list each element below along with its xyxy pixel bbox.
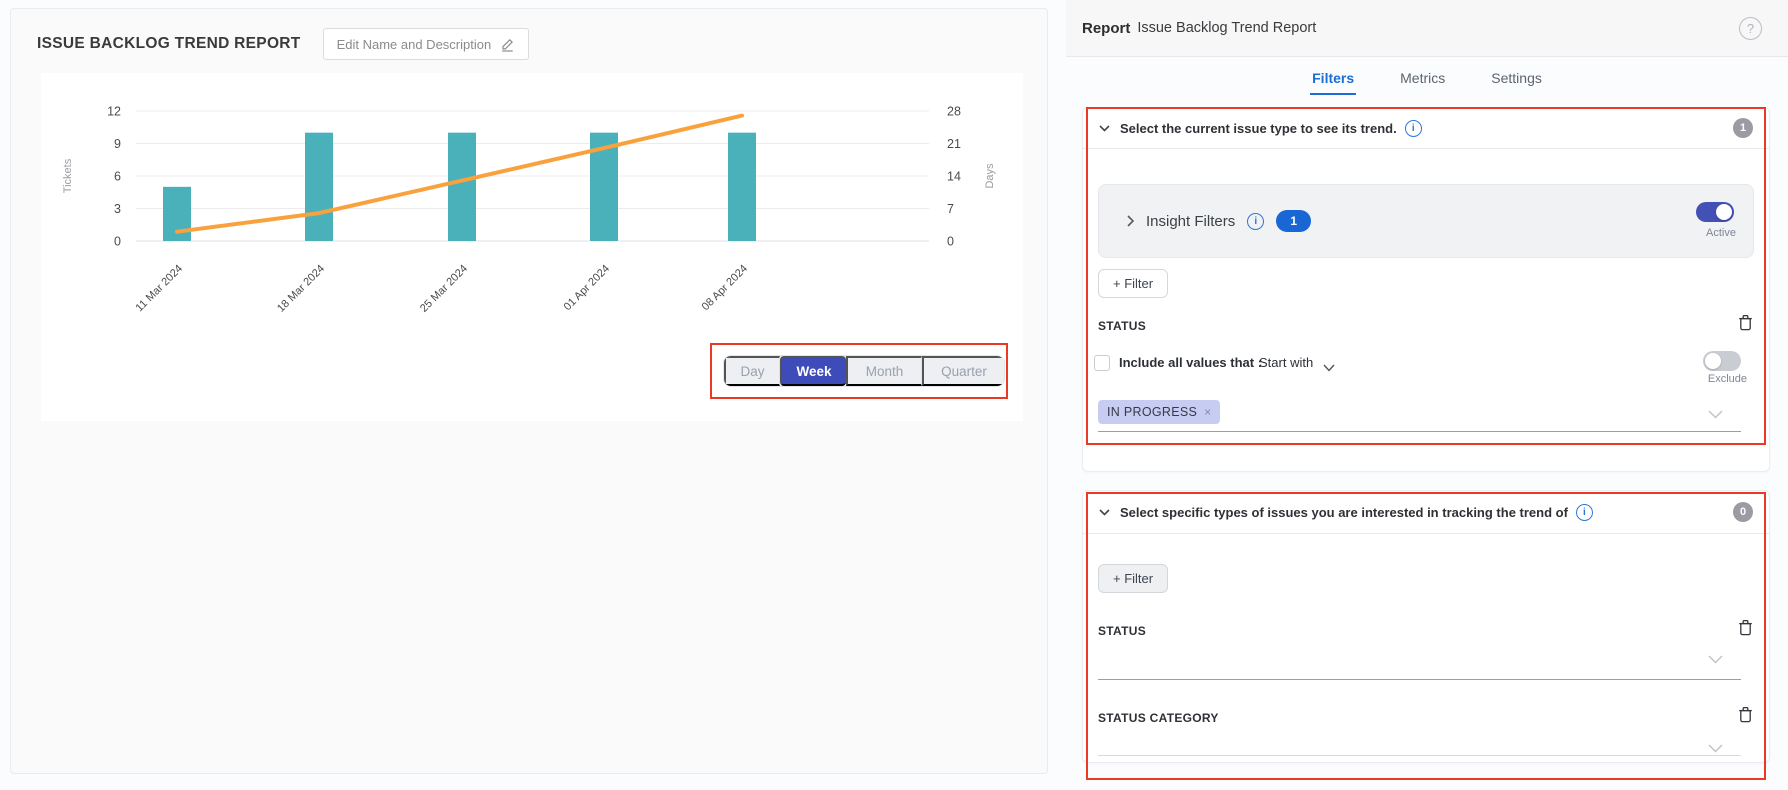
svg-text:25 Mar 2024: 25 Mar 2024 xyxy=(418,263,470,315)
active-toggle[interactable] xyxy=(1696,202,1734,222)
svg-text:08 Apr 2024: 08 Apr 2024 xyxy=(700,263,750,313)
svg-text:6: 6 xyxy=(114,170,121,184)
exclude-toggle-label: Exclude xyxy=(1708,373,1747,385)
status-select-underline[interactable] xyxy=(1098,431,1741,432)
tab-bar: Filters Metrics Settings xyxy=(1066,62,1788,95)
svg-text:9: 9 xyxy=(114,137,121,151)
help-icon[interactable]: ? xyxy=(1739,17,1762,40)
svg-text:14: 14 xyxy=(947,170,961,184)
toggle-knob xyxy=(1716,204,1732,220)
trash-icon[interactable] xyxy=(1738,706,1753,728)
status-value-chip[interactable]: IN PROGRESS × xyxy=(1098,400,1220,424)
svg-text:Days: Days xyxy=(984,163,996,189)
filter-section-current-issue-type: Select the current issue type to see its… xyxy=(1082,107,1770,472)
period-option-quarter[interactable]: Quarter xyxy=(922,356,1004,386)
svg-text:0: 0 xyxy=(947,235,954,249)
insight-filters-count-badge: 1 xyxy=(1276,210,1311,232)
chevron-down-icon[interactable] xyxy=(1708,651,1723,669)
trash-icon[interactable] xyxy=(1738,619,1753,641)
section2-header[interactable]: Select specific types of issues you are … xyxy=(1083,491,1769,534)
include-all-label: Include all values that : xyxy=(1119,355,1262,370)
svg-text:28: 28 xyxy=(947,105,961,119)
info-icon[interactable]: i xyxy=(1247,213,1264,230)
tab-filters[interactable]: Filters xyxy=(1310,62,1356,95)
page-title: ISSUE BACKLOG TREND REPORT xyxy=(37,35,301,53)
status-filter-label: STATUS xyxy=(1098,319,1146,333)
section1-header[interactable]: Select the current issue type to see its… xyxy=(1083,108,1769,149)
section2-count-badge: 0 xyxy=(1733,502,1753,522)
app-root: ISSUE BACKLOG TREND REPORT Edit Name and… xyxy=(0,0,1788,790)
exclude-toggle[interactable] xyxy=(1703,351,1741,371)
section1-count-badge: 1 xyxy=(1733,118,1753,138)
chip-remove-icon[interactable]: × xyxy=(1204,405,1211,419)
active-toggle-label: Active xyxy=(1706,227,1736,239)
match-option-dropdown[interactable]: Start with xyxy=(1259,355,1313,370)
status-select-underline[interactable] xyxy=(1098,679,1741,680)
panel-title-text: Issue Backlog Trend Report xyxy=(1137,20,1316,36)
add-filter-button[interactable]: + Filter xyxy=(1098,269,1168,298)
insight-filters-label: Insight Filters xyxy=(1146,213,1235,230)
tab-metrics[interactable]: Metrics xyxy=(1398,62,1447,95)
status-filter-label: STATUS xyxy=(1098,624,1146,638)
info-icon[interactable]: i xyxy=(1405,120,1422,137)
period-option-day[interactable]: Day xyxy=(724,356,780,386)
filter-section-specific-issue-types: Select specific types of issues you are … xyxy=(1082,490,1770,763)
edit-name-label: Edit Name and Description xyxy=(337,37,492,52)
period-toggle: Day Week Month Quarter xyxy=(723,355,1005,387)
chevron-down-icon[interactable] xyxy=(1323,359,1335,377)
section1-title: Select the current issue type to see its… xyxy=(1120,121,1397,136)
status-category-filter-label: STATUS CATEGORY xyxy=(1098,711,1219,725)
report-header: ISSUE BACKLOG TREND REPORT Edit Name and… xyxy=(37,27,529,61)
svg-text:Tickets: Tickets xyxy=(62,158,74,193)
report-card: ISSUE BACKLOG TREND REPORT Edit Name and… xyxy=(10,8,1048,774)
panel-title-label: Report xyxy=(1082,20,1130,37)
toggle-knob xyxy=(1705,353,1721,369)
chevron-right-icon[interactable] xyxy=(1127,215,1134,227)
status-category-select-underline[interactable] xyxy=(1098,755,1741,756)
svg-text:3: 3 xyxy=(114,202,121,216)
svg-text:21: 21 xyxy=(947,137,961,151)
include-all-checkbox[interactable] xyxy=(1094,355,1110,371)
svg-text:01 Apr 2024: 01 Apr 2024 xyxy=(562,263,612,313)
svg-text:11 Mar 2024: 11 Mar 2024 xyxy=(134,263,186,315)
chip-label: IN PROGRESS xyxy=(1107,405,1197,419)
chevron-down-icon[interactable] xyxy=(1708,406,1723,424)
tab-settings[interactable]: Settings xyxy=(1489,62,1544,95)
svg-text:18 Mar 2024: 18 Mar 2024 xyxy=(275,263,327,315)
svg-text:0: 0 xyxy=(114,235,121,249)
chevron-down-icon[interactable] xyxy=(1099,125,1110,132)
edit-name-button[interactable]: Edit Name and Description xyxy=(323,28,530,60)
add-filter-button[interactable]: + Filter xyxy=(1098,564,1168,593)
insight-filters-card[interactable]: Insight Filters i 1 Active xyxy=(1098,184,1754,258)
period-option-month[interactable]: Month xyxy=(846,356,922,386)
chevron-down-icon[interactable] xyxy=(1099,509,1110,516)
period-option-week[interactable]: Week xyxy=(780,356,846,386)
svg-text:12: 12 xyxy=(107,105,121,119)
panel-header: Report Issue Backlog Trend Report ? xyxy=(1066,0,1788,57)
trash-icon[interactable] xyxy=(1738,314,1753,336)
chart-card: 0 3 6 9 12 0 7 14 21 28 11 Mar 2024 18 Mar 2024 25 M… xyxy=(41,73,1023,421)
info-icon[interactable]: i xyxy=(1576,504,1593,521)
panel-title: Report Issue Backlog Trend Report xyxy=(1082,0,1316,56)
svg-text:7: 7 xyxy=(947,202,954,216)
pencil-icon xyxy=(500,37,515,52)
section2-title: Select specific types of issues you are … xyxy=(1120,505,1568,520)
insight-filters-row: Insight Filters i 1 xyxy=(1127,185,1311,257)
